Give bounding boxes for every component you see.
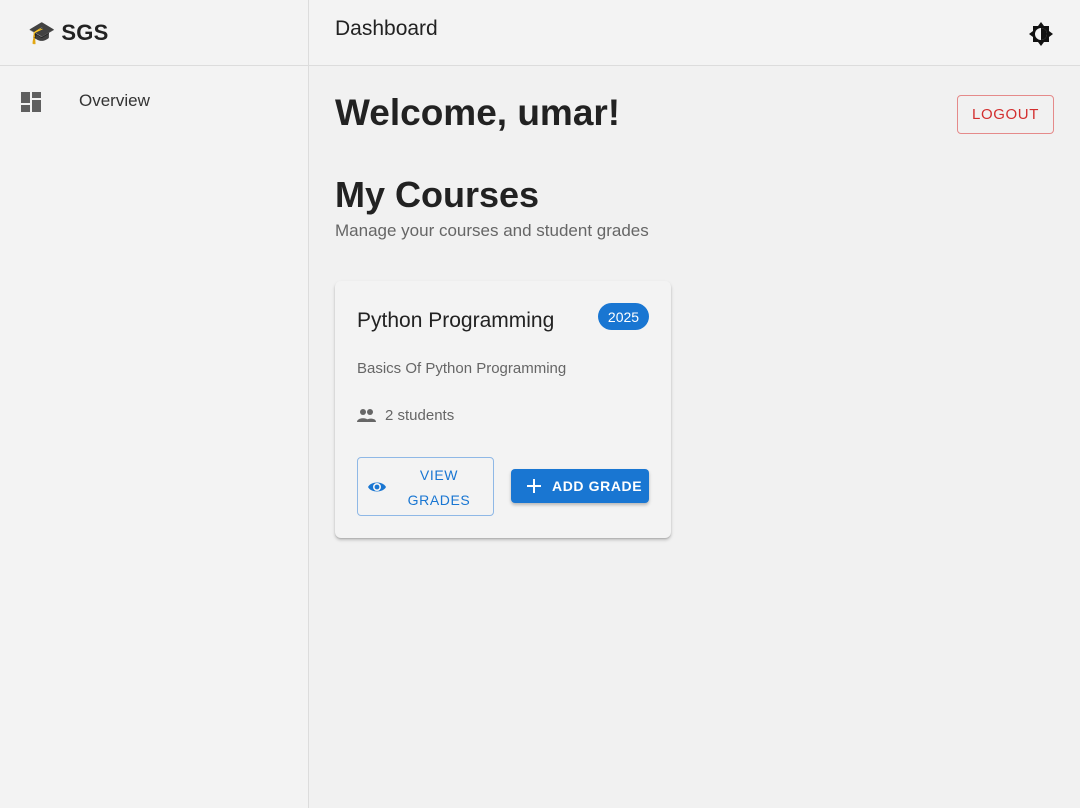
graduation-cap-icon: 🎓 (28, 19, 56, 45)
sidebar-item-label: Overview (79, 91, 150, 110)
view-grades-label: VIEW GRADES (407, 467, 471, 508)
course-description: Basics Of Python Programming (357, 360, 567, 377)
people-icon (357, 409, 376, 422)
logout-button[interactable]: LOGOUT (957, 95, 1054, 134)
sidebar-item-overview[interactable]: Overview (0, 84, 308, 118)
student-count: 2 students (385, 407, 455, 424)
view-grades-button[interactable]: VIEW GRADES (357, 457, 494, 516)
plus-icon (527, 479, 541, 493)
brand-name[interactable]: SGS (61, 20, 108, 46)
section-title: My Courses (335, 174, 540, 215)
section-subtitle: Manage your courses and student grades (335, 221, 649, 240)
add-grade-label: ADD GRADE (552, 478, 643, 494)
course-title: Python Programming (357, 309, 555, 332)
add-grade-button[interactable]: ADD GRADE (511, 469, 649, 503)
sidebar: 🎓 SGS Overview (0, 0, 309, 808)
dashboard-icon (21, 92, 41, 112)
page-title: Dashboard (335, 17, 438, 40)
eye-icon (368, 482, 386, 492)
sidebar-header: 🎓 SGS (0, 0, 308, 66)
top-bar: Dashboard (309, 0, 1080, 66)
year-badge: 2025 (598, 303, 649, 330)
main-content: Welcome, umar! LOGOUT My Courses Manage … (309, 66, 1080, 808)
welcome-heading: Welcome, umar! (335, 92, 621, 133)
brightness-icon[interactable] (1028, 21, 1054, 47)
app-root: 🎓 SGS Overview Dashboard Welcome, umar! … (0, 0, 1080, 808)
course-card: Python Programming 2025 Basics Of Python… (335, 281, 671, 538)
